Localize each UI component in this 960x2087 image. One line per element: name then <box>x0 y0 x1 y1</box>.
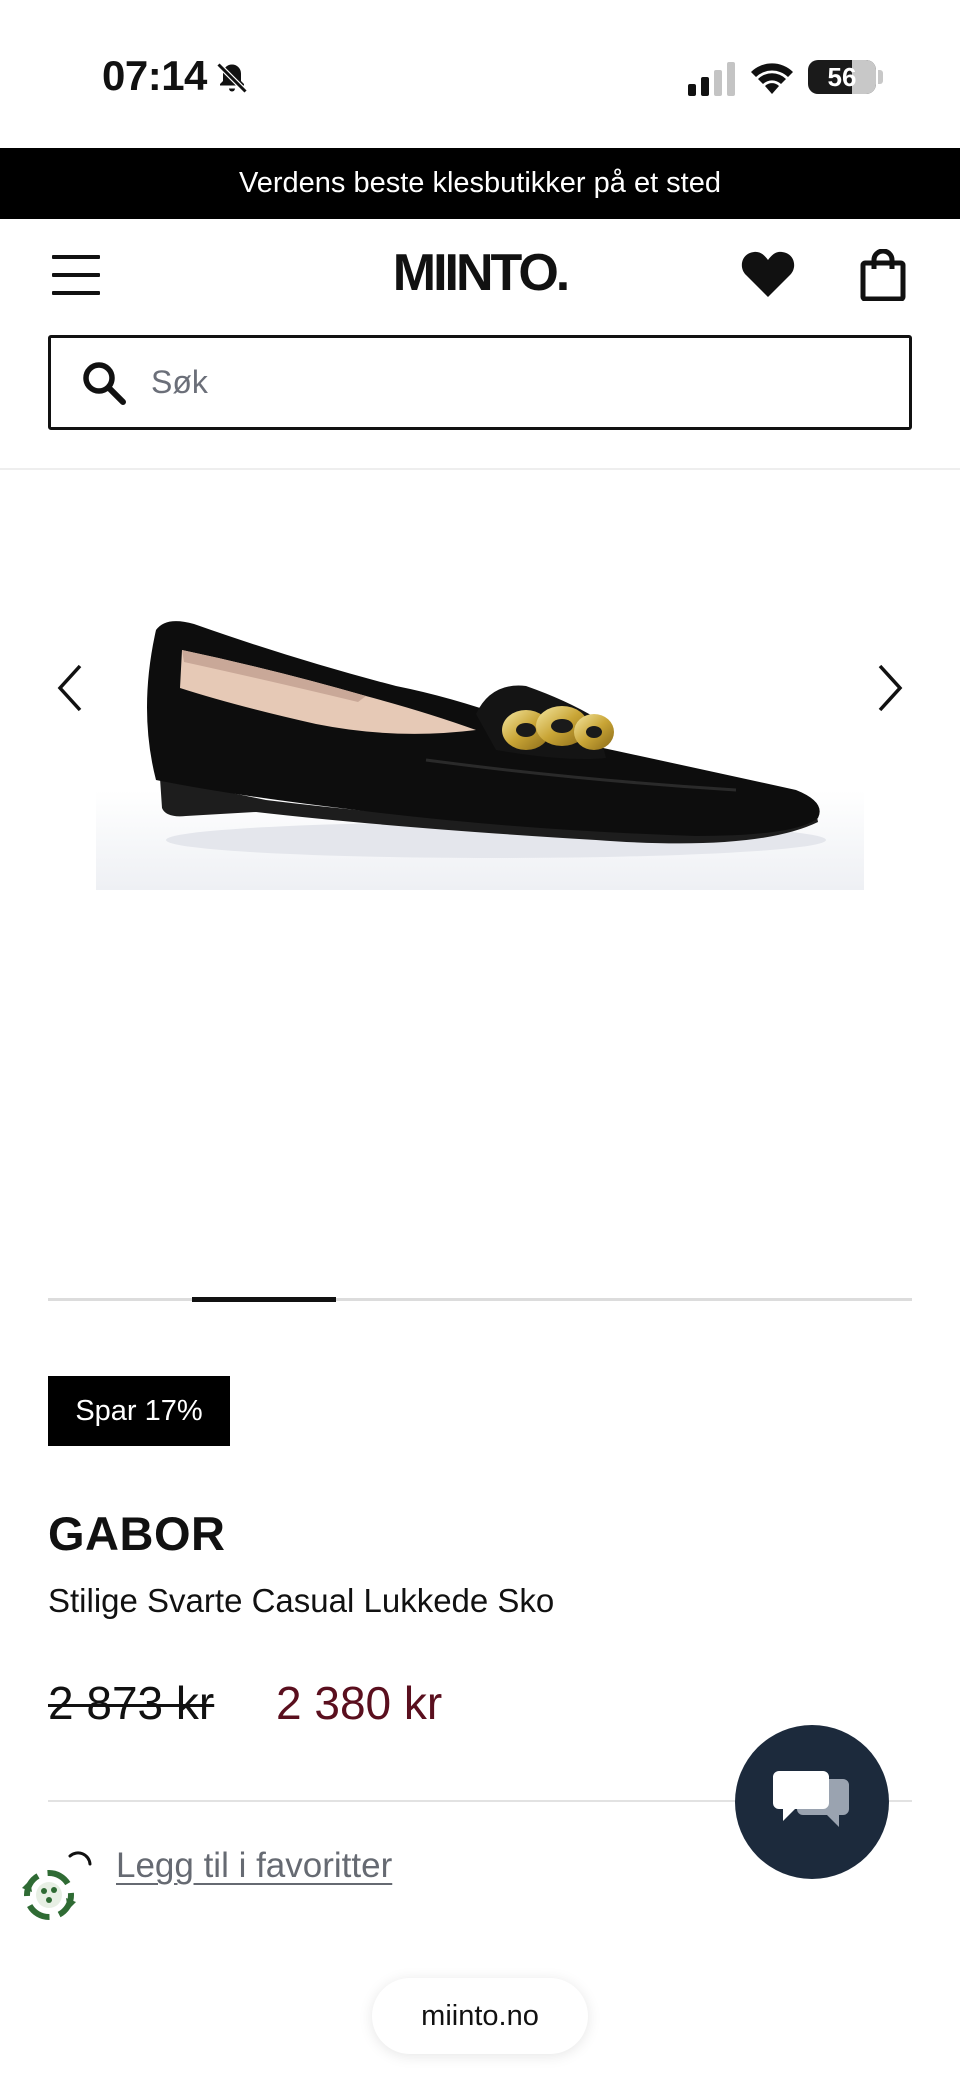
search-icon <box>83 362 126 405</box>
logo[interactable]: MIINTO. <box>0 243 960 303</box>
url-pill[interactable]: miinto.no <box>372 1978 588 2054</box>
search-input[interactable] <box>151 338 851 427</box>
site-header: MIINTO. <box>0 219 960 329</box>
gallery-progress-fill <box>192 1297 336 1302</box>
eco-icon[interactable] <box>14 1860 84 1930</box>
status-time: 07:14 <box>102 52 207 99</box>
add-to-favorites-link[interactable]: Legg til i favoritter <box>116 1846 392 1886</box>
product-gallery <box>0 470 960 1302</box>
search-bar <box>48 335 912 430</box>
gallery-progress <box>48 1297 912 1302</box>
promo-banner: Verdens beste klesbutikker på et sted <box>0 148 960 219</box>
battery-cap <box>878 70 883 84</box>
status-bar: 07:14 56 <box>0 0 960 148</box>
chat-button[interactable] <box>735 1725 889 1879</box>
battery-level: 56 <box>827 62 857 92</box>
bell-muted-icon <box>216 62 248 94</box>
cellular-signal-icon <box>688 62 735 96</box>
discount-badge: Spar 17% <box>48 1376 230 1446</box>
product-image[interactable] <box>96 590 864 890</box>
chevron-left-icon[interactable] <box>50 658 90 718</box>
chat-icon <box>773 1771 849 1827</box>
heart-icon[interactable] <box>740 249 796 299</box>
product-brand[interactable]: GABOR <box>48 1506 225 1561</box>
shopping-bag-icon[interactable] <box>860 249 906 301</box>
original-price: 2 873 kr <box>48 1677 215 1729</box>
sale-price: 2 380 kr <box>276 1677 443 1729</box>
wifi-icon <box>751 63 793 94</box>
chevron-right-icon[interactable] <box>870 658 910 718</box>
product-name: Stilige Svarte Casual Lukkede Sko <box>48 1582 555 1619</box>
battery-indicator: 56 <box>808 60 876 94</box>
